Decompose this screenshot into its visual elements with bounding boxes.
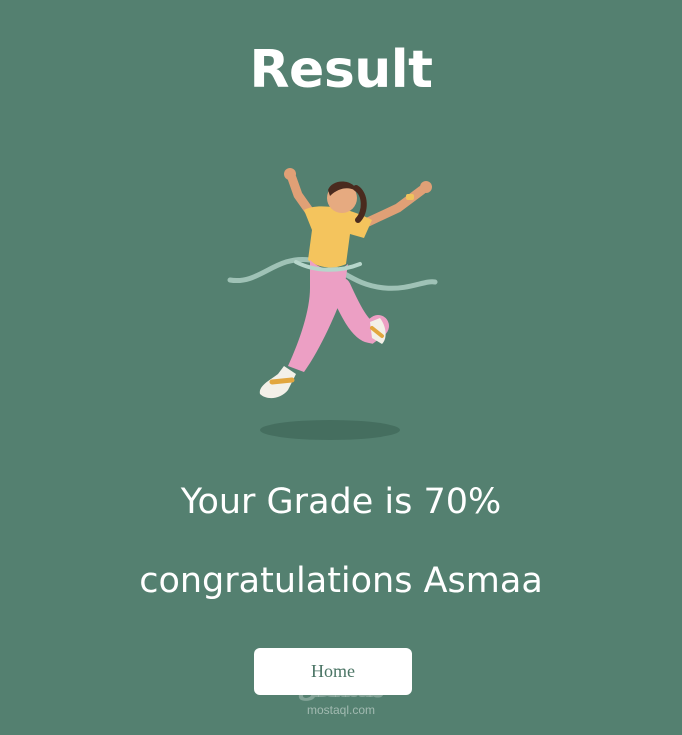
watermark-site: mostaql.com	[306, 703, 376, 717]
page-title: Result	[249, 40, 433, 100]
grade-text: Your Grade is 70%	[180, 482, 502, 522]
celebrating-runner-illustration	[227, 168, 438, 440]
congratulations-text: congratulations Asmaa	[139, 561, 543, 601]
home-button[interactable]: Home	[254, 648, 412, 695]
